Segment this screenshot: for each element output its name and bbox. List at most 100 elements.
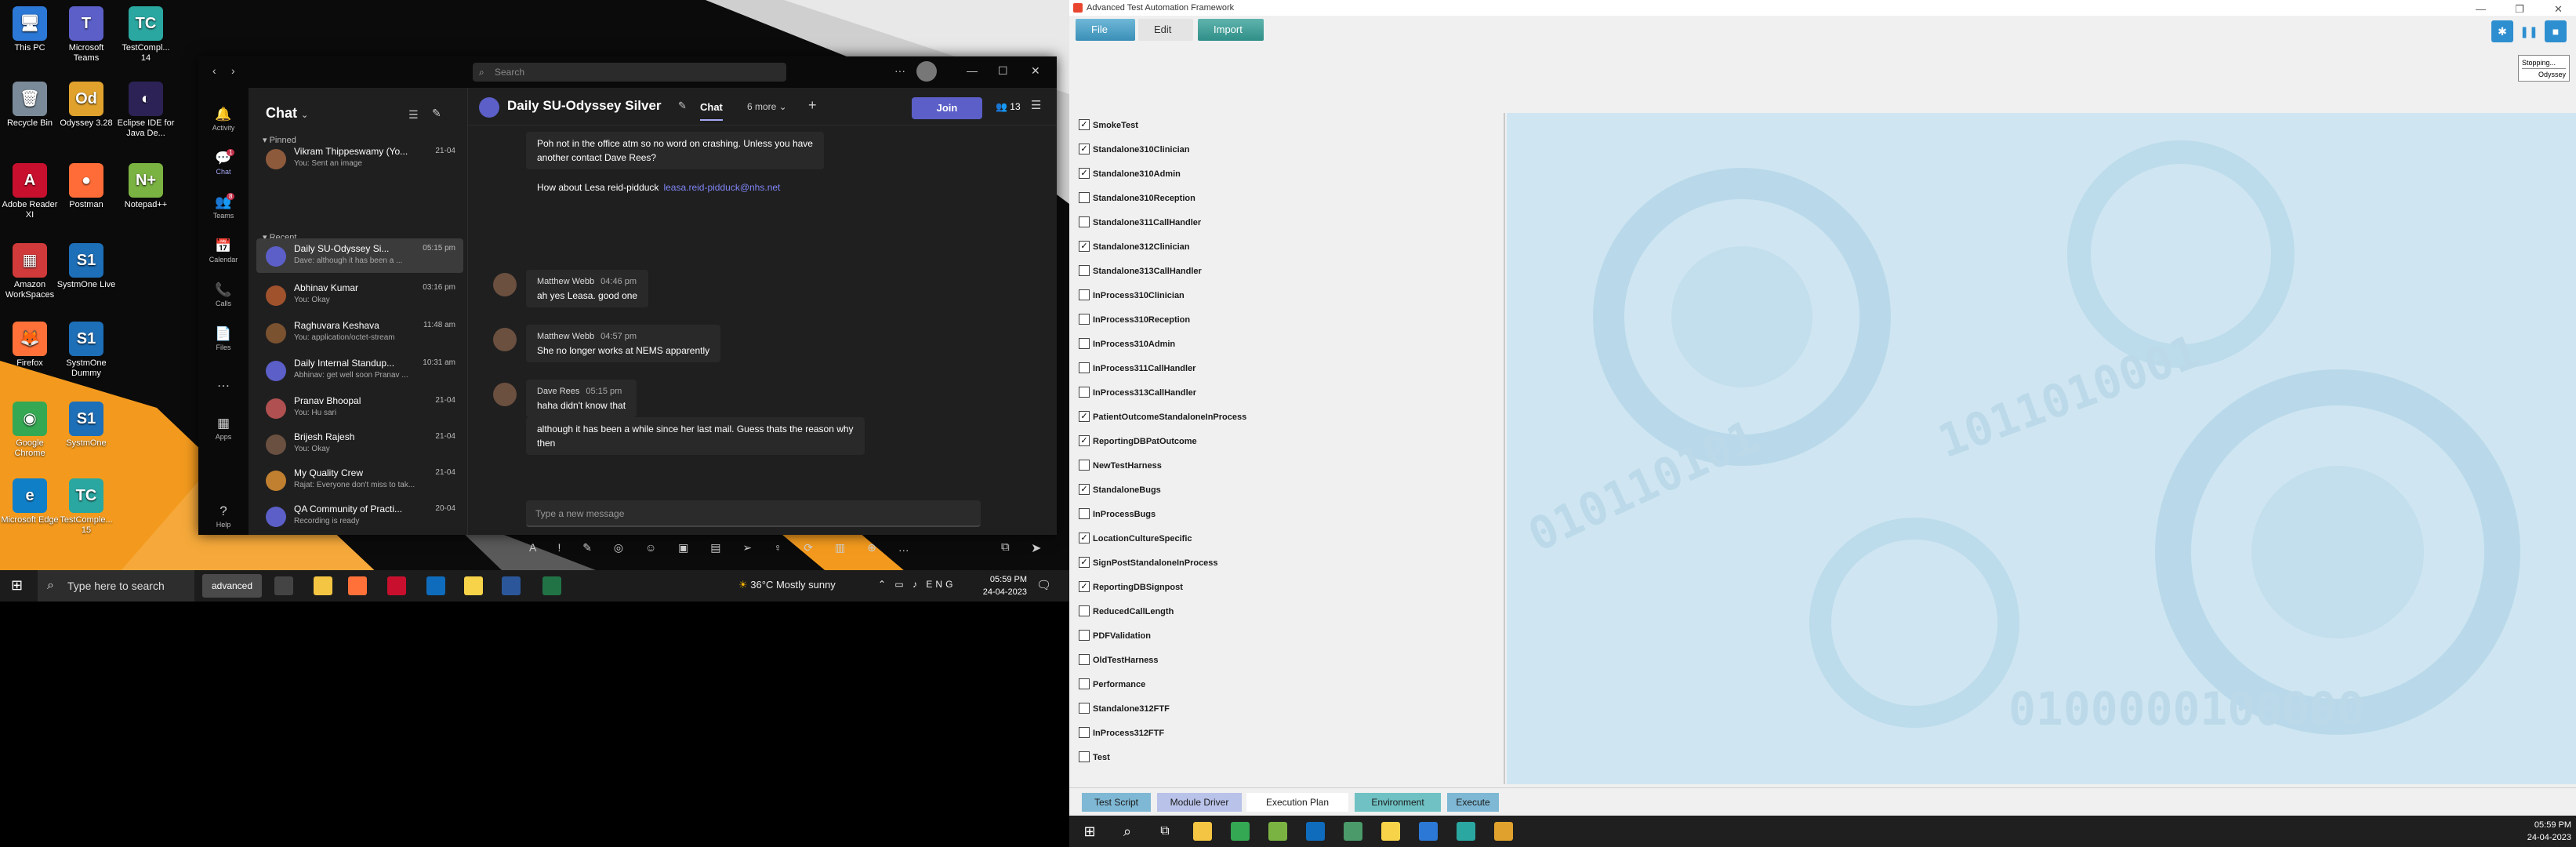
test-checkbox[interactable]: ✓ (1079, 484, 1090, 495)
test-checkbox[interactable]: ✓ (1079, 581, 1090, 592)
more-options-icon[interactable]: ··· (894, 64, 905, 77)
test-checkbox[interactable] (1079, 265, 1090, 276)
test-checkbox[interactable] (1079, 289, 1090, 300)
chat-list-item[interactable]: Raghuvara Keshava You: application/octet-… (256, 315, 463, 350)
tab-execute[interactable]: Execute (1447, 793, 1499, 812)
compose-box[interactable]: Type a new message (526, 500, 981, 527)
maximize-icon[interactable]: ☐ (998, 64, 1008, 78)
close-icon[interactable]: ✕ (1031, 64, 1040, 78)
rail-item-more[interactable]: … (198, 375, 249, 392)
desktop-icon[interactable]: S1 SystmOne Dummy (56, 322, 116, 379)
test-checkbox[interactable]: ✓ (1079, 557, 1090, 568)
tab-more[interactable]: 6 more ⌄ (747, 101, 787, 112)
chat-list-item[interactable]: QA Community of Practi... Recording is re… (256, 499, 463, 533)
avatar[interactable] (916, 61, 937, 82)
taskbar-excel-icon[interactable] (542, 576, 561, 595)
filter-icon[interactable]: ☰ (408, 108, 419, 122)
test-checkbox[interactable] (1079, 508, 1090, 519)
chat-list-item[interactable]: Brijesh Rajesh You: Okay 21-04 (256, 427, 463, 461)
taskbar-word-icon[interactable] (502, 576, 521, 595)
test-checkbox[interactable] (1079, 751, 1090, 762)
taskbar-task-view-icon[interactable] (274, 576, 293, 595)
test-checkbox[interactable] (1079, 703, 1090, 714)
tab-environment[interactable]: Environment (1355, 793, 1441, 812)
teams-search-input[interactable]: ⌕ Search (473, 63, 786, 82)
chat-list-item[interactable]: Vikram Thippeswamy (Yo... You: Sent an im… (256, 141, 463, 176)
taskbar-testcomplete-icon[interactable] (1457, 822, 1475, 841)
test-checkbox[interactable] (1079, 678, 1090, 689)
system-tray[interactable]: ⌃ ▭ ♪ ENG (878, 579, 956, 590)
rail-item-activity[interactable]: 🔔 Activity (198, 107, 249, 132)
test-checkbox[interactable] (1079, 630, 1090, 641)
menu-edit[interactable]: Edit (1138, 19, 1193, 41)
restore-icon[interactable]: ❐ (2515, 2, 2524, 17)
rail-item-calendar[interactable]: 📅 Calendar (198, 238, 249, 264)
advanced-taskbar-button[interactable]: advanced (202, 574, 262, 598)
windows-start-icon[interactable]: ⊞ (11, 577, 23, 594)
menu-file[interactable]: File (1076, 19, 1135, 41)
taskbar-search-input[interactable]: ⌕ Type here to search (38, 570, 194, 602)
test-checkbox[interactable]: ✓ (1079, 411, 1090, 422)
back-arrow-icon[interactable]: ‹ (212, 64, 216, 77)
test-checkbox[interactable] (1079, 338, 1090, 349)
test-checkbox[interactable] (1079, 362, 1090, 373)
test-checkbox[interactable]: ✓ (1079, 144, 1090, 154)
minimize-icon[interactable]: — (967, 64, 978, 77)
test-checkbox[interactable]: ✓ (1079, 435, 1090, 446)
test-checkbox[interactable] (1079, 192, 1090, 203)
taskbar-start-icon[interactable]: ⊞ (1080, 822, 1099, 841)
tab-chat[interactable]: Chat (700, 101, 723, 121)
taskbar-firefox-icon[interactable] (348, 576, 367, 595)
rail-item-calls[interactable]: 📞 Calls (198, 282, 249, 307)
taskbar-app-green-icon[interactable] (1344, 822, 1362, 841)
join-button[interactable]: Join (912, 97, 982, 119)
new-chat-icon[interactable]: ✎ (432, 107, 441, 120)
rail-item-apps[interactable]: ▦ Apps (198, 416, 249, 441)
test-checkbox[interactable] (1079, 605, 1090, 616)
rail-item-chat[interactable]: 💬 1 Chat (198, 149, 249, 176)
desktop-icon[interactable]: ◉ Google Chrome (0, 402, 60, 459)
send-icon[interactable]: ➤ (1031, 540, 1041, 556)
taskbar-clock[interactable]: 05:59 PM 24-04-2023 (980, 573, 1027, 598)
taskbar-file-explorer-icon[interactable] (1193, 822, 1212, 841)
desktop-icon[interactable]: e Microsoft Edge (0, 478, 60, 525)
test-checkbox[interactable]: ✓ (1079, 241, 1090, 252)
desktop-icon[interactable]: N+ Notepad++ (116, 163, 176, 210)
desktop-icon[interactable]: S1 SystmOne (56, 402, 116, 449)
right-taskbar-clock[interactable]: 05:59 PM 24-04-2023 (2509, 819, 2571, 844)
desktop-icon[interactable]: ▦ Amazon WorkSpaces (0, 243, 60, 300)
test-checkbox[interactable] (1079, 216, 1090, 227)
list-icon[interactable]: ☰ (1031, 98, 1041, 112)
desktop-icon[interactable]: 🗑 Recycle Bin (0, 82, 60, 129)
forward-arrow-icon[interactable]: › (231, 64, 235, 77)
menu-import[interactable]: Import (1198, 19, 1264, 41)
taskbar-chrome-icon[interactable] (1231, 822, 1250, 841)
desktop-icon[interactable]: 🖥 This PC (0, 6, 60, 53)
email-link[interactable]: leasa.reid-pidduck@nhs.net (663, 182, 780, 193)
rail-item-teams[interactable]: 👥 8 Teams (198, 193, 249, 220)
taskbar-search-icon[interactable]: ⌕ (1118, 822, 1137, 841)
test-checkbox[interactable] (1079, 387, 1090, 398)
taskbar-sticky-icon[interactable] (1381, 822, 1400, 841)
settings-icon[interactable]: ✱ (2491, 20, 2513, 42)
rail-item-help[interactable]: ? Help (198, 503, 249, 529)
close-icon[interactable]: ✕ (2554, 2, 2563, 17)
desktop-icon[interactable]: Od Odyssey 3.28 (56, 82, 116, 129)
compose-toolbar[interactable]: A ! ✎ ◎ ☺ ▣ ▤ ➢ ♀ ⟳ ▥ ⊕ … (529, 541, 919, 554)
tab-execution-plan[interactable]: Execution Plan (1246, 793, 1348, 812)
chat-list-item[interactable]: Pranav Bhoopal You: Hu sari 21-04 (256, 391, 463, 425)
taskbar-notepad-plus-icon[interactable] (1268, 822, 1287, 841)
participants-button[interactable]: 👥 13 (996, 101, 1021, 112)
notification-icon[interactable]: 🗨 (1036, 578, 1051, 592)
taskbar-file-explorer-icon[interactable] (314, 576, 332, 595)
pause-icon[interactable]: ❚❚ (2518, 20, 2540, 42)
stop-icon[interactable]: ■ (2545, 20, 2567, 42)
chat-list-item[interactable]: Daily SU-Odyssey Si... Dave: although it … (256, 238, 463, 273)
add-tab-icon[interactable]: + (808, 97, 817, 114)
test-checkbox[interactable]: ✓ (1079, 533, 1090, 543)
test-checkbox[interactable] (1079, 727, 1090, 738)
desktop-icon[interactable]: ● Postman (56, 163, 116, 210)
test-checkbox[interactable]: ✓ (1079, 168, 1090, 179)
desktop-icon[interactable]: TC TestComple... 15 (56, 478, 116, 536)
schedule-send-icon[interactable]: ⧉ (1001, 540, 1010, 554)
